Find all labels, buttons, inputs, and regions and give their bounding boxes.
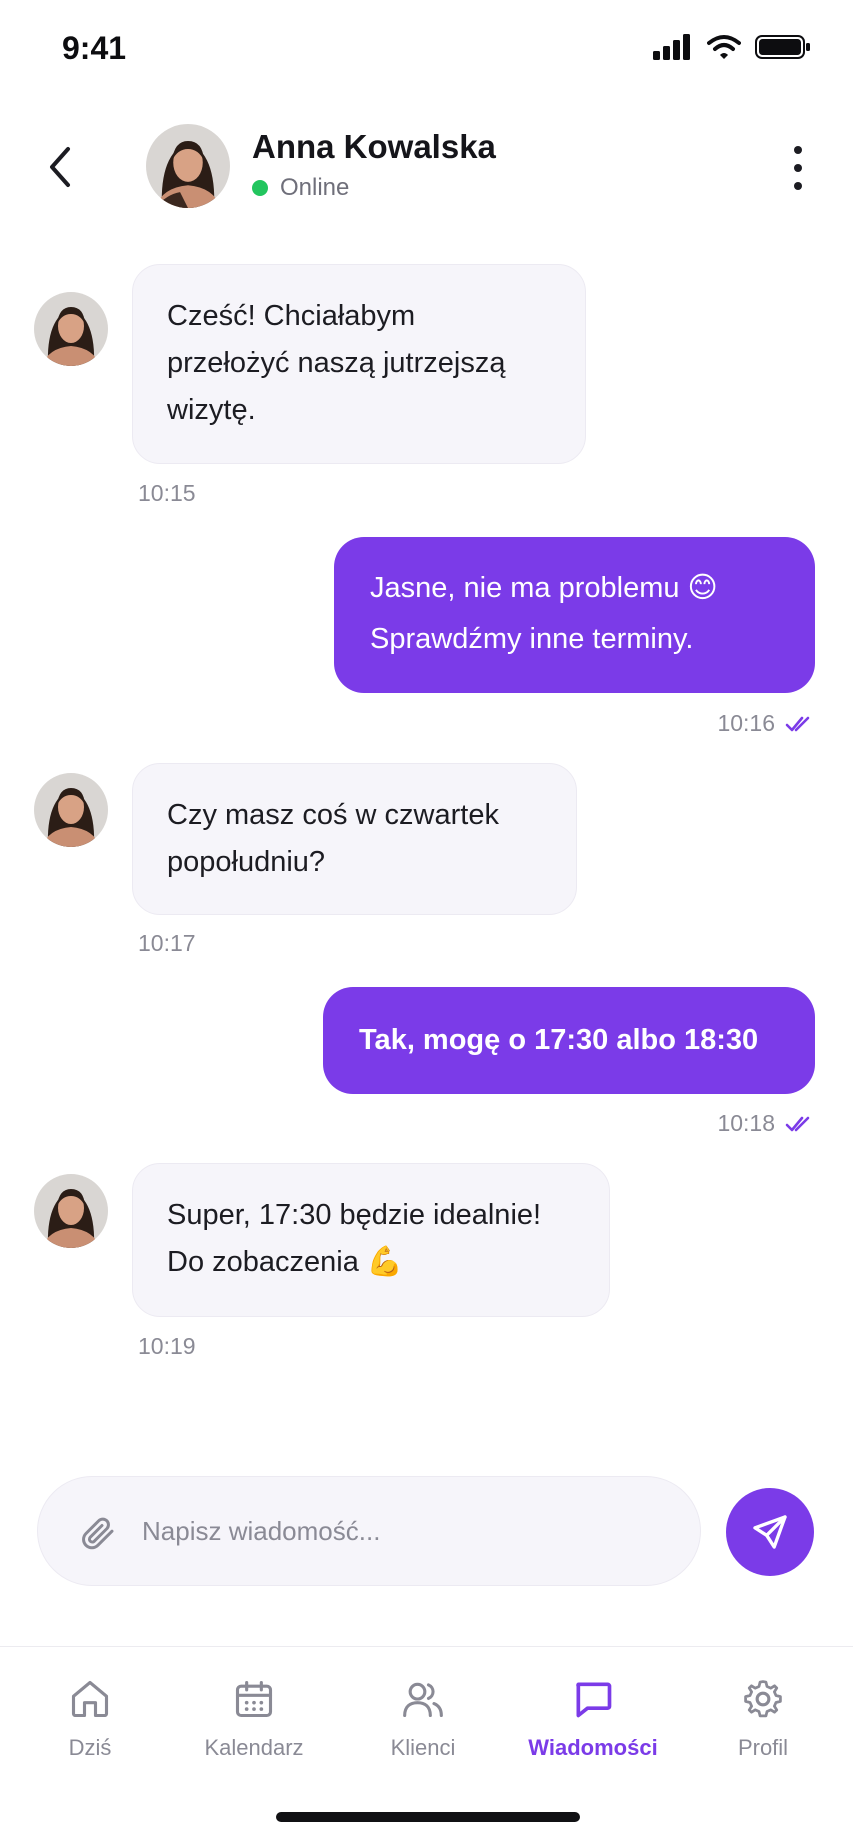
message-line: Do zobaczenia 💪 [167, 1246, 404, 1278]
send-button[interactable] [726, 1488, 814, 1576]
outgoing-message-bubble[interactable]: Jasne, nie ma problemu 😊 Sprawdźmy inne … [334, 537, 815, 693]
message-meta: 10:18 [717, 1110, 815, 1137]
contact-photo [146, 124, 230, 208]
message-avatar [34, 292, 108, 366]
home-indicator[interactable] [276, 1812, 580, 1822]
message-time: 10:18 [717, 1110, 775, 1136]
message-time: 10:17 [138, 930, 196, 956]
contact-photo [34, 292, 108, 366]
tab-dzis[interactable]: Dziś [15, 1677, 165, 1761]
message-input[interactable] [142, 1503, 662, 1559]
status-time: 9:41 [62, 30, 127, 66]
status-icons [653, 34, 811, 60]
message-avatar [34, 773, 108, 847]
message-meta: 10:16 [717, 710, 815, 737]
tab-label: Kalendarz [204, 1735, 304, 1760]
message-line: Cześć! Chciałabym [167, 300, 416, 332]
chevron-left-icon [50, 147, 70, 187]
wifi-icon [707, 35, 741, 59]
paperclip-icon [82, 1517, 114, 1550]
incoming-message-bubble[interactable]: Cześć! Chciałabym przełożyć naszą jutrze… [132, 264, 586, 464]
message-time: 10:19 [138, 1333, 196, 1359]
tab-label: Wiadomości [528, 1735, 658, 1760]
double-check-read-icon [785, 1116, 810, 1131]
incoming-message-bubble[interactable]: Super, 17:30 będzie idealnie! Do zobacze… [132, 1163, 610, 1317]
tab-kalendarz[interactable]: Kalendarz [179, 1677, 329, 1761]
battery-icon [755, 35, 810, 59]
presence-status: Online [252, 174, 349, 202]
tab-klienci[interactable]: Klienci [348, 1677, 498, 1761]
message-line: wizytę. [167, 394, 256, 426]
message-line: popołudniu? [167, 846, 326, 878]
message-line: przełożyć naszą jutrzejszą [167, 347, 506, 379]
double-check-read-icon [785, 716, 810, 731]
users-icon [403, 1682, 443, 1718]
tab-label: Profil [737, 1735, 789, 1760]
message-line: Czy masz coś w czwartek [167, 799, 499, 831]
contact-name: Anna Kowalska [252, 128, 496, 165]
home-icon [71, 1680, 109, 1718]
tab-label: Klienci [390, 1735, 456, 1760]
message-time: 10:15 [138, 480, 196, 506]
cellular-signal-icon [653, 34, 690, 60]
message-line: Sprawdźmy inne terminy. [370, 623, 694, 655]
contact-photo [34, 773, 108, 847]
back-button[interactable] [38, 142, 82, 192]
message-line: Tak, mogę o 17:30 albo 18:30 [359, 1024, 759, 1056]
outgoing-message-bubble[interactable]: Tak, mogę o 17:30 albo 18:30 [323, 987, 815, 1094]
more-vertical-icon [794, 146, 802, 154]
chat-header: Anna Kowalska Online [0, 118, 853, 218]
more-options-button[interactable] [783, 144, 813, 192]
tab-wiadomosci[interactable]: Wiadomości [518, 1677, 668, 1761]
tab-label: Dziś [68, 1735, 112, 1760]
attach-button[interactable] [72, 1507, 122, 1557]
online-dot [252, 180, 268, 196]
message-line: Jasne, nie ma problemu 😊 [370, 572, 718, 604]
contact-photo [34, 1174, 108, 1248]
gear-icon [744, 1680, 782, 1718]
message-avatar [34, 1174, 108, 1248]
message-composer [37, 1476, 701, 1586]
message-line: Super, 17:30 będzie idealnie! [167, 1199, 542, 1231]
message-time: 10:16 [717, 710, 775, 736]
calendar-icon [235, 1680, 273, 1718]
send-icon [753, 1515, 787, 1549]
contact-avatar[interactable] [146, 124, 230, 208]
chat-screen: 9:41 Anna Kowalska Online Cześć! Chciała… [0, 0, 853, 1844]
presence-text: Online [280, 174, 350, 201]
incoming-message-bubble[interactable]: Czy masz coś w czwartek popołudniu? [132, 763, 577, 915]
chat-icon [576, 1682, 612, 1718]
status-bar: 9:41 [0, 0, 853, 100]
tab-profil[interactable]: Profil [688, 1677, 838, 1761]
